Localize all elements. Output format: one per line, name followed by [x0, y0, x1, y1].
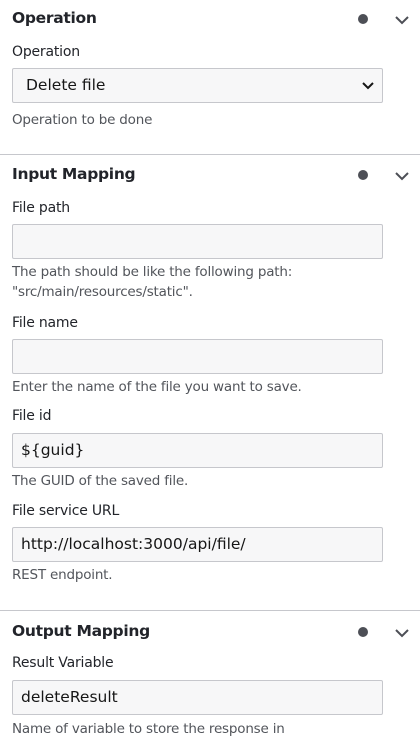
select-chevron-icon [362, 82, 374, 90]
file-path-label: File path [12, 200, 70, 216]
result-variable-label: Result Variable [12, 655, 114, 671]
operation-help: Operation to be done [12, 112, 153, 128]
operation-select[interactable]: Delete file [12, 68, 383, 103]
file-name-help: Enter the name of the file you want to s… [12, 379, 302, 395]
result-variable-input[interactable]: deleteResult [12, 680, 383, 715]
file-path-input[interactable] [12, 224, 383, 259]
divider [0, 154, 420, 155]
file-service-url-input[interactable]: http://localhost:3000/api/file/ [12, 527, 383, 562]
status-dot-icon [358, 170, 368, 180]
file-path-help: The path should be like the following pa… [12, 264, 293, 300]
status-dot-icon [358, 627, 368, 637]
divider [0, 610, 420, 611]
file-name-label: File name [12, 315, 78, 331]
section-header-operation[interactable]: Operation [12, 9, 97, 27]
section-header-output-mapping[interactable]: Output Mapping [12, 622, 150, 640]
file-service-url-help: REST endpoint. [12, 567, 113, 583]
file-service-url-label: File service URL [12, 503, 120, 519]
status-dot-icon [358, 14, 368, 24]
operation-label: Operation [12, 44, 80, 60]
result-variable-help: Name of variable to store the response i… [12, 721, 285, 737]
section-header-input-mapping[interactable]: Input Mapping [12, 165, 136, 183]
file-id-input[interactable]: ${guid} [12, 433, 383, 468]
file-id-help: The GUID of the saved file. [12, 473, 189, 489]
chevron-down-icon[interactable] [394, 628, 410, 638]
chevron-down-icon[interactable] [394, 171, 410, 181]
file-name-input[interactable] [12, 339, 383, 374]
operation-select-value: Delete file [26, 76, 106, 94]
file-id-label: File id [12, 408, 52, 424]
chevron-down-icon[interactable] [394, 15, 410, 25]
